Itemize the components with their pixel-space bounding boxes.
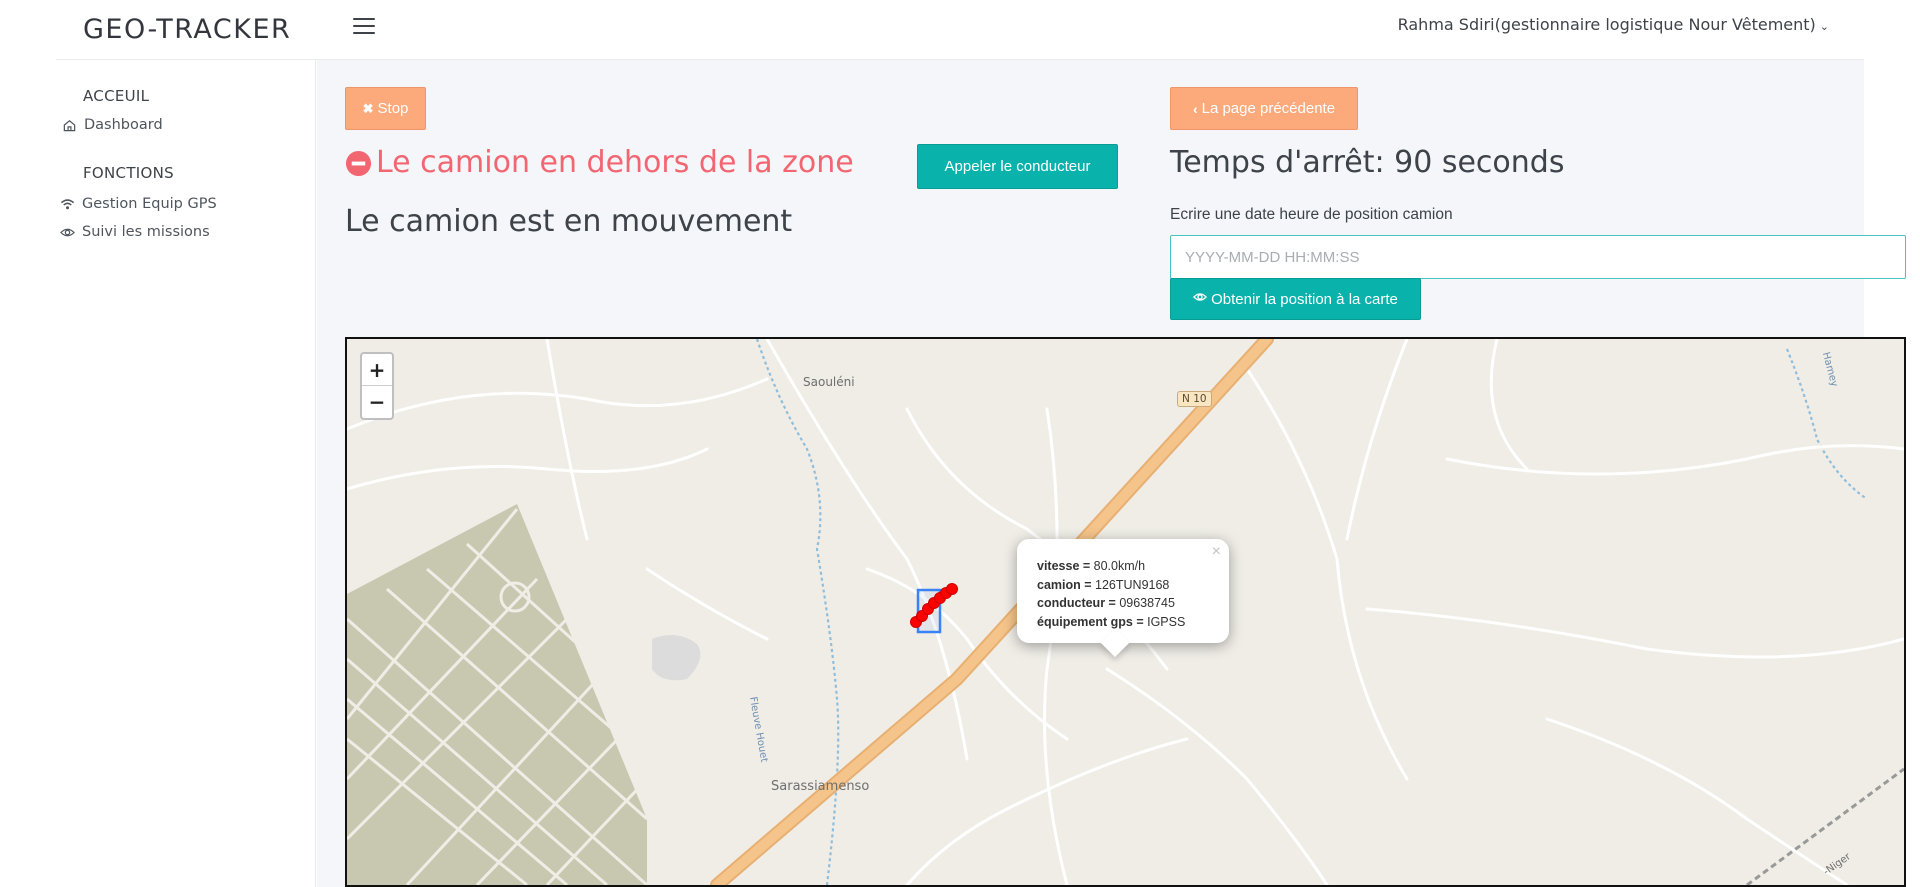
main-content: ✖ Stop Le camion en dehors de la zone Ap…	[317, 60, 1906, 887]
sidebar-heading-acceuil: ACCEUIL	[83, 87, 150, 105]
zoom-control: + −	[360, 352, 394, 420]
back-button-label: La page précédente	[1201, 100, 1336, 117]
chevron-left-icon: ‹	[1192, 100, 1198, 117]
alert-title-text: Le camion en dehors de la zone	[376, 145, 854, 180]
get-position-label: Obtenir la position à la carte	[1211, 290, 1398, 308]
sidebar-item-label: Gestion Equip GPS	[82, 196, 217, 212]
sidebar-item-label: Suivi les missions	[82, 224, 210, 240]
alert-title: Le camion en dehors de la zone	[345, 145, 854, 180]
eye-icon	[60, 228, 75, 236]
popup-speed-label: vitesse =	[1037, 559, 1091, 573]
truck-status: Le camion est en mouvement	[345, 204, 793, 239]
sidebar-item-label: Dashboard	[84, 117, 163, 133]
wifi-icon	[60, 198, 75, 209]
back-button[interactable]: ‹ La page précédente	[1170, 87, 1358, 130]
popup-truck-label: camion =	[1037, 577, 1092, 592]
app-frame: GEO-TRACKER Rahma Sdiri(gestionnaire log…	[56, 0, 1906, 887]
popup-truck-value: 126TUN9168	[1095, 577, 1170, 592]
popup-gps-value: IGPSS	[1147, 614, 1186, 629]
popup-gps-row: équipement gps = IGPSS	[1037, 613, 1209, 632]
popup-speed-value: 80.0km/h	[1093, 559, 1146, 573]
stop-button-label: Stop	[377, 100, 409, 117]
call-driver-button[interactable]: Appeler le conducteur	[917, 144, 1118, 189]
sidebar-item-suivi-missions[interactable]: Suivi les missions	[60, 224, 210, 240]
top-navbar: GEO-TRACKER Rahma Sdiri(gestionnaire log…	[56, 0, 1864, 60]
map-label-saouleni: Saouléni	[803, 375, 855, 389]
chevron-down-icon: ⌄	[1819, 20, 1829, 33]
sidebar-heading-fonctions: FONCTIONS	[83, 164, 174, 182]
popup-driver-value: 09638745	[1119, 596, 1175, 610]
map-view[interactable]: Saouléni N 10 Sarassiamenso Fleuve Houet…	[345, 337, 1906, 887]
date-time-input[interactable]	[1170, 235, 1906, 279]
date-field-label: Ecrire une date heure de position camion	[1170, 206, 1453, 223]
close-icon: ✖	[362, 100, 374, 116]
stop-time: Temps d'arrêt: 90 seconds	[1170, 145, 1565, 180]
popup-driver-label: conducteur =	[1037, 596, 1116, 610]
stop-button[interactable]: ✖ Stop	[345, 87, 426, 130]
popup-speed-row: vitesse = 80.0km/h	[1037, 557, 1209, 576]
popup-driver-row: conducteur = 09638745	[1037, 594, 1209, 613]
popup-gps-label: équipement gps =	[1037, 614, 1144, 629]
minus-circle-icon	[345, 150, 372, 177]
road-shield-n10: N 10	[1177, 391, 1212, 407]
brand-logo[interactable]: GEO-TRACKER	[83, 14, 291, 45]
eye-icon	[1193, 290, 1208, 308]
get-position-button[interactable]: Obtenir la position à la carte	[1170, 278, 1421, 320]
menu-toggle-icon[interactable]	[353, 18, 375, 36]
sidebar: ACCEUIL Dashboard FONCTIONS Gestion Equi…	[56, 60, 316, 887]
sidebar-item-dashboard[interactable]: Dashboard	[62, 117, 163, 133]
map-label-sarassiamenso: Sarassiamenso	[771, 779, 870, 794]
close-icon[interactable]: ×	[1212, 543, 1221, 562]
zoom-in-button[interactable]: +	[362, 354, 392, 386]
sidebar-item-gestion-gps[interactable]: Gestion Equip GPS	[60, 196, 217, 212]
truck-info-popup: × vitesse = 80.0km/h camion = 126TUN9168…	[1017, 539, 1229, 658]
popup-truck-row: camion = 126TUN9168	[1037, 576, 1209, 595]
user-menu[interactable]: Rahma Sdiri(gestionnaire logistique Nour…	[1398, 15, 1829, 34]
zoom-out-button[interactable]: −	[362, 386, 392, 418]
home-icon	[63, 119, 76, 131]
user-name: Rahma Sdiri(gestionnaire logistique Nour…	[1397, 15, 1816, 34]
